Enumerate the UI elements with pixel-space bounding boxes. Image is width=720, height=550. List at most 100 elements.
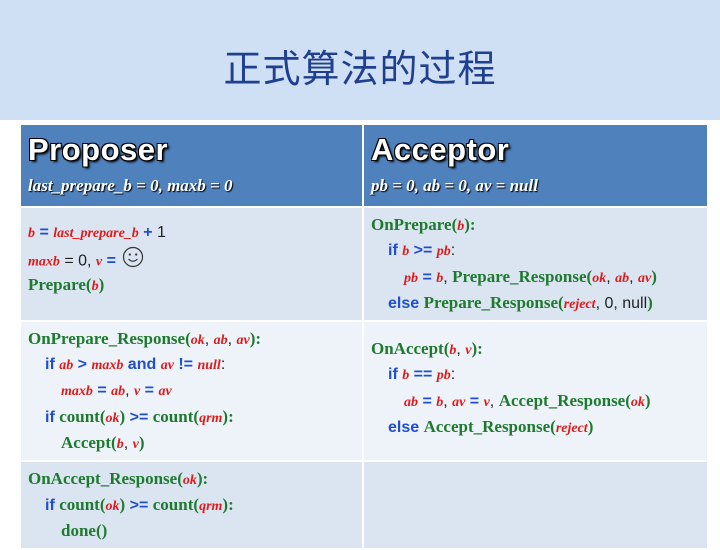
slide-title: 正式算法的过程 [223,47,497,91]
fn-count: count [59,495,100,514]
comma: , [125,382,135,399]
code-line: maxb = 0, v = [28,246,355,272]
code-line: done() [28,518,355,544]
comma: , [606,269,616,286]
acceptor-heading: Acceptor [371,132,510,167]
acceptor-init: pb = 0, ab = 0, av = null [371,176,538,195]
comma: , [489,393,499,410]
kw-if: if [45,356,60,373]
code-line: else Accept_Response(reject) [371,414,700,440]
arg-ok: ok [105,499,120,514]
proposer-prepare-cell: b = last_prepare_b + 1 maxb = 0, v = Pre… [19,206,364,322]
paren: ): [222,495,234,514]
op-plus: + [138,224,158,241]
fn-prepare: Prepare [28,275,86,294]
arg-reject: reject [563,297,596,312]
kw-else: else [388,295,424,312]
smiley-face-icon [122,246,144,277]
var-pb: pb [436,368,451,383]
acceptor-empty-cell [362,460,709,550]
acceptor-onprepare-cell: OnPrepare(b): if b >= pb: pb = b, Prepar… [362,206,709,322]
arg-qrm: qrm [199,499,223,514]
colon: : [450,366,456,383]
code-line: OnAccept(b, v): [371,336,700,362]
fn-accept-response: Accept_Response [498,391,626,410]
fn-accept-response: Accept_Response [423,417,551,436]
fn-done: done() [61,521,108,540]
op-assign: = [140,382,159,399]
var-maxb: maxb [28,254,60,270]
comma: , [443,393,453,410]
row-prepare: b = last_prepare_b + 1 maxb = 0, v = Pre… [19,206,709,322]
row-accept-response: OnAccept_Response(ok): if count(ok) >= c… [19,460,709,550]
arg-ab: ab [213,333,228,348]
code-line: Prepare(b) [28,272,355,298]
code-line: b = last_prepare_b + 1 [28,220,355,246]
comma: , [456,341,466,358]
code-line: if b == pb: [371,362,700,388]
arg-reject: reject [555,421,588,436]
var-b: b [28,226,35,241]
code-line: if count(ok) >= count(qrm): [28,404,355,430]
arg-ok: ok [190,333,205,348]
arg-b: b [91,279,99,294]
proposer-heading: Proposer [28,132,169,167]
paren: ): [464,215,476,234]
row-accept: OnPrepare_Response(ok, ab, av): if ab > … [19,320,709,462]
kw-if: if [45,497,60,514]
fn-prepare-response: Prepare_Response [423,293,559,312]
arg-ab: ab [615,271,630,286]
paxos-table: Proposer last_prepare_b = 0, maxb = 0 Ac… [19,123,709,550]
var-av: av [160,358,174,373]
colon: : [450,242,456,259]
proposer-onprepare-response-cell: OnPrepare_Response(ok, ab, av): if ab > … [19,320,364,462]
arg-b: b [116,437,124,452]
op-ge: >= [409,242,437,259]
code-line: else Prepare_Response(reject, 0, null) [371,290,700,316]
arg-ok: ok [105,411,120,426]
proposer-init: last_prepare_b = 0, maxb = 0 [28,176,233,195]
op-assign: = [418,393,437,410]
proposer-onaccept-response-cell: OnAccept_Response(ok): if count(ok) >= c… [19,460,364,550]
paren: ) [587,417,594,436]
fn-onaccept-response: OnAccept_Response [28,469,178,488]
code-line: maxb = ab, v = av [28,378,355,404]
paren: ): [471,339,483,358]
header-row: Proposer last_prepare_b = 0, maxb = 0 Ac… [19,123,709,208]
arg-ok: ok [592,271,607,286]
code-line: Accept(b, v) [28,430,355,456]
paren: ): [196,469,209,488]
op-assign: = [465,393,484,410]
var-maxb: maxb [61,384,93,399]
arg-av: av [236,333,250,348]
kw-if: if [388,242,403,259]
code-line: if b >= pb: [371,238,700,264]
arg-av: av [638,271,652,286]
op-neq: != [173,356,198,373]
kw-if: if [45,409,60,426]
fn-prepare-response: Prepare_Response [452,267,587,286]
code-line: if count(ok) >= count(qrm): [28,492,355,518]
code-line: OnPrepare_Response(ok, ab, av): [28,326,355,352]
var-ab: ab [111,384,126,399]
paren: ) [138,433,145,452]
proposer-header-cell: Proposer last_prepare_b = 0, maxb = 0 [19,123,364,208]
code-line: pb = b, Prepare_Response(ok, ab, av) [371,264,700,290]
fn-onprepare: OnPrepare [371,215,452,234]
acceptor-onaccept-cell: OnAccept(b, v): if b == pb: ab = b, av =… [362,320,709,462]
arg-ok: ok [630,395,645,410]
code-line: OnAccept_Response(ok): [28,466,355,492]
colon: : [220,356,226,373]
kw-and: and [123,356,161,373]
paren: ) [644,391,651,410]
code-line: ab = b, av = v, Accept_Response(ok) [371,388,700,414]
op-ge: >= [125,497,153,514]
fn-onaccept: OnAccept [371,339,444,358]
op-assign: = [102,252,121,270]
op-ge: >= [125,409,153,426]
fn-accept: Accept [61,433,112,452]
acceptor-header-cell: Acceptor pb = 0, ab = 0, av = null [362,123,709,208]
arg-ok: ok [182,473,197,488]
fn-count: count [152,495,194,514]
var-pb: pb [436,244,451,259]
